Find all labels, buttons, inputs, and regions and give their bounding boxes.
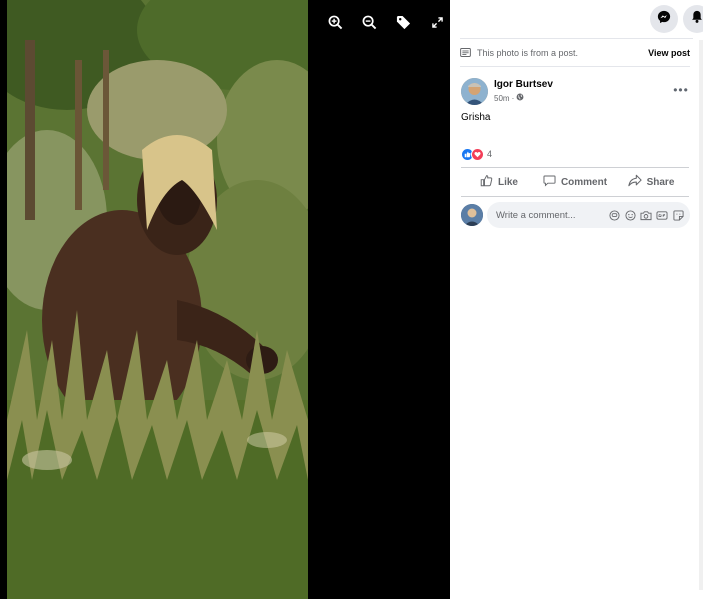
- avatar[interactable]: [461, 78, 488, 105]
- post-actions: Like Comment Share: [461, 170, 689, 194]
- bell-icon: [691, 10, 703, 28]
- post-panel: This photo is from a post. View post Igo…: [450, 0, 703, 599]
- reaction-summary[interactable]: 4: [461, 147, 492, 161]
- more-icon: •••: [673, 83, 689, 97]
- viewer-toolbar: [318, 10, 454, 34]
- author-name[interactable]: Igor Burtsev: [494, 79, 553, 90]
- zoom-in-icon[interactable]: [318, 10, 352, 34]
- post-meta: 50m ·: [494, 93, 524, 103]
- comment-composer: Write a comment...: [461, 202, 691, 228]
- notice-text: This photo is from a post.: [477, 48, 579, 58]
- more-options-button[interactable]: •••: [671, 82, 691, 98]
- panel-header: [450, 0, 703, 38]
- zoom-out-icon[interactable]: [352, 10, 386, 34]
- emoji-icon[interactable]: [624, 209, 636, 221]
- reaction-count: 4: [487, 149, 493, 159]
- thumbs-up-icon: [480, 174, 493, 190]
- scrollbar[interactable]: [699, 40, 703, 590]
- view-post-link[interactable]: View post: [648, 48, 690, 58]
- divider: [461, 167, 689, 168]
- camera-icon[interactable]: [640, 209, 652, 221]
- post-caption: Grisha: [461, 112, 491, 123]
- expand-icon[interactable]: [420, 10, 454, 34]
- comment-button[interactable]: Comment: [537, 170, 613, 194]
- sticker-icon[interactable]: [672, 209, 684, 221]
- photo-source-notice: This photo is from a post. View post: [460, 46, 690, 60]
- photo[interactable]: [7, 0, 308, 599]
- messenger-button[interactable]: [650, 5, 678, 33]
- photo-viewer: [0, 0, 450, 599]
- comment-input[interactable]: Write a comment...: [487, 202, 690, 228]
- globe-icon: [516, 93, 524, 103]
- share-button[interactable]: Share: [613, 170, 689, 194]
- comment-placeholder: Write a comment...: [496, 209, 576, 221]
- share-label: Share: [646, 176, 675, 188]
- comment-bubble-icon: [543, 174, 556, 190]
- gif-icon[interactable]: [656, 209, 668, 221]
- messenger-icon: [657, 10, 671, 29]
- post-author: Igor Burtsev 50m · •••: [461, 76, 691, 108]
- avatar-sticker-icon[interactable]: [608, 209, 620, 221]
- divider: [460, 38, 693, 39]
- love-reaction-icon: [471, 147, 484, 161]
- notifications-button[interactable]: [683, 5, 703, 33]
- post-time[interactable]: 50m: [494, 94, 510, 103]
- post-icon: [460, 44, 471, 62]
- like-button[interactable]: Like: [461, 170, 537, 194]
- divider: [461, 196, 689, 197]
- meta-separator: ·: [511, 93, 515, 103]
- avatar[interactable]: [461, 204, 483, 226]
- comment-label: Comment: [560, 176, 608, 188]
- divider: [460, 66, 690, 67]
- tag-icon[interactable]: [386, 10, 420, 34]
- share-arrow-icon: [627, 174, 642, 190]
- comment-tools: [608, 209, 690, 221]
- like-label: Like: [497, 176, 518, 188]
